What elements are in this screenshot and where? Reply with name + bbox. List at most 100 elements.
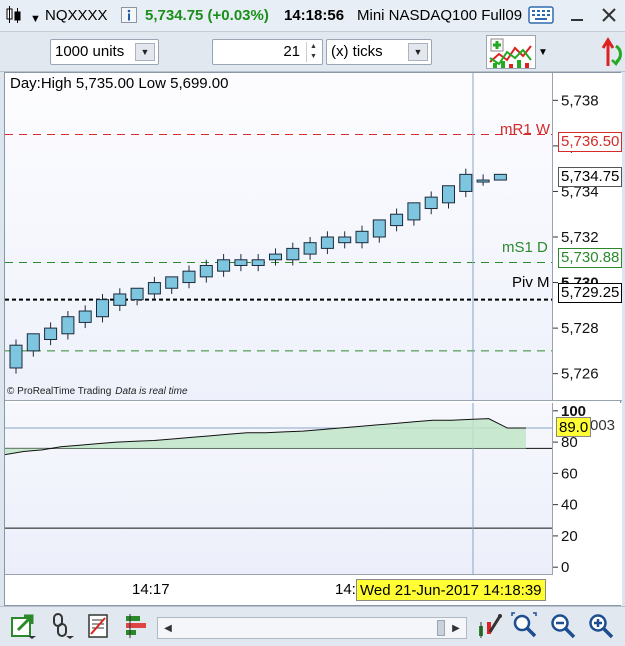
candle-body: [493, 173, 507, 181]
candle-body: [61, 316, 75, 335]
time-label: 14:18:56: [284, 7, 345, 24]
chart-toolbar: 1000 units ▼ 21 ▲ ▼ (x) ticks ▼ ▼: [0, 32, 625, 72]
candle-body: [286, 247, 300, 261]
bottom-toolbar: ◀ ▶: [0, 606, 625, 646]
indicator-area: [5, 418, 526, 455]
candle-body: [113, 293, 127, 306]
zoom-out-icon[interactable]: [549, 612, 577, 640]
chart-share-icon[interactable]: [10, 612, 38, 640]
ticks-spinner[interactable]: 21 ▲ ▼: [212, 39, 323, 65]
ticks-unit-combobox[interactable]: (x) ticks ▼: [326, 39, 432, 65]
title-bar: ▼ NQXXXX 5,734.75 (+0.03%) 14:18:56 Mini…: [0, 0, 625, 32]
scroll-right-icon[interactable]: ▶: [446, 618, 466, 638]
pivot-price-tag: 5,729.25: [558, 283, 623, 303]
zoom-in-icon[interactable]: [587, 612, 615, 640]
price-tick-label: 5,732: [561, 229, 599, 246]
info-icon[interactable]: [121, 7, 137, 29]
price-tick-label: 5,738: [561, 92, 599, 109]
chevron-down-icon[interactable]: ▼: [536, 35, 550, 69]
candle-body: [407, 202, 421, 221]
realtime-note: Data is real time: [115, 386, 188, 397]
candle-body: [320, 236, 334, 249]
minimize-button[interactable]: [564, 4, 590, 26]
time-label-partial: 14:: [335, 581, 356, 598]
price-chart[interactable]: Day:High 5,735.00 Low 5,699.00 mR1 W mS1…: [4, 72, 623, 606]
indicator-tick-label: 20: [561, 528, 578, 545]
ticks-unit-value: (x) ticks: [331, 43, 383, 60]
candle-body: [147, 282, 161, 295]
candle-body: [424, 196, 438, 210]
zoom-fit-icon[interactable]: [511, 612, 539, 640]
indicator-axis[interactable]: 0 20 40 60 80 100 003 89.0: [552, 403, 622, 576]
symbol-label[interactable]: NQXXXX: [45, 6, 108, 26]
candle-body: [355, 230, 369, 244]
candle-body: [165, 276, 179, 289]
drawing-tool-icon[interactable]: [476, 612, 504, 640]
price-axis-ticks: 5,7265,7285,7305,7325,7345,7365,738: [553, 92, 599, 383]
time-label-1417: 14:17: [132, 581, 170, 598]
candlestick-series: [5, 73, 552, 401]
close-button[interactable]: [596, 4, 622, 26]
scroll-left-icon[interactable]: ◀: [158, 618, 178, 638]
indicator-chart-icon: [489, 38, 532, 68]
candle-body: [390, 213, 404, 227]
indicator-tick-label: 60: [561, 465, 578, 482]
indicator-tick-label: 0: [561, 559, 569, 575]
day-high-low-label: Day:High 5,735.00 Low 5,699.00: [10, 75, 229, 92]
candle-body: [459, 173, 473, 192]
indicator-plot-area[interactable]: [4, 403, 552, 575]
keyboard-icon[interactable]: [528, 4, 554, 26]
chevron-down-icon[interactable]: ▼: [408, 43, 428, 61]
time-axis[interactable]: 14:17 14: Wed 21-Jun-2017 14:18:39: [5, 575, 622, 605]
candle-body: [182, 270, 196, 284]
candle-body: [217, 259, 231, 272]
horizontal-scrollbar[interactable]: ◀ ▶: [157, 617, 467, 639]
candle-body: [269, 253, 282, 261]
price-tick-label: 5,726: [561, 366, 599, 383]
mr1-level-label: mR1 W: [500, 121, 550, 138]
indicator-series: [4, 403, 552, 575]
candle-body: [26, 333, 40, 352]
units-combobox[interactable]: 1000 units ▼: [50, 39, 159, 65]
add-indicator-button[interactable]: [486, 35, 536, 69]
last-price-tag: 5,734.75: [558, 167, 623, 187]
candle-body: [96, 299, 109, 318]
mr1-price-tag: 5,736.50: [558, 132, 623, 152]
price-change-label: 5,734.75 (+0.03%): [145, 7, 269, 24]
price-plot-area[interactable]: Day:High 5,735.00 Low 5,699.00 mR1 W mS1…: [5, 73, 552, 401]
instrument-name-label: Mini NASDAQ100 Full09: [357, 7, 523, 24]
candle-body: [234, 259, 248, 266]
crosshair-date-tag: Wed 21-Jun-2017 14:18:39: [356, 579, 546, 601]
copyright-label: © ProRealTime Trading Data is real time: [7, 386, 188, 397]
indicator-hidden-value: 003: [590, 417, 616, 434]
candle-body: [9, 344, 23, 369]
candle-body: [199, 264, 213, 278]
volume-profile-icon[interactable]: [122, 612, 150, 640]
ms1-level-label: mS1 D: [502, 239, 548, 256]
chevron-down-icon[interactable]: ▼: [135, 43, 155, 61]
link-arrows-icon[interactable]: [600, 36, 622, 70]
ticks-value: 21: [283, 43, 300, 60]
candle-body: [78, 310, 92, 323]
link-chain-icon[interactable]: [48, 612, 76, 640]
candlestick-chart-icon[interactable]: [4, 5, 22, 31]
price-axis[interactable]: 5,7265,7285,7305,7325,7345,7365,738 5,73…: [552, 73, 623, 401]
candle-body: [44, 327, 58, 341]
units-value: 1000 units: [55, 43, 125, 60]
order-book-icon[interactable]: [85, 612, 113, 640]
spinner-arrows-icon[interactable]: ▲ ▼: [306, 42, 320, 62]
candle-body: [442, 185, 455, 204]
candle-body: [372, 219, 386, 238]
scroll-thumb[interactable]: [437, 620, 445, 636]
candle-body: [303, 242, 317, 255]
indicator-crosshair-tag: 89.0: [556, 417, 592, 437]
symbol-menu-arrow-icon[interactable]: ▼: [30, 9, 41, 29]
candle-body: [338, 236, 352, 244]
ms1-price-tag: 5,730.88: [558, 248, 623, 268]
indicator-tick-label: 40: [561, 497, 578, 514]
chart-window: ▼ NQXXXX 5,734.75 (+0.03%) 14:18:56 Mini…: [0, 0, 625, 646]
price-tick-label: 5,728: [561, 320, 599, 337]
candle-body: [130, 287, 144, 301]
copyright-text: © ProRealTime Trading: [7, 386, 112, 397]
pivot-level-label: Piv M: [512, 274, 550, 291]
